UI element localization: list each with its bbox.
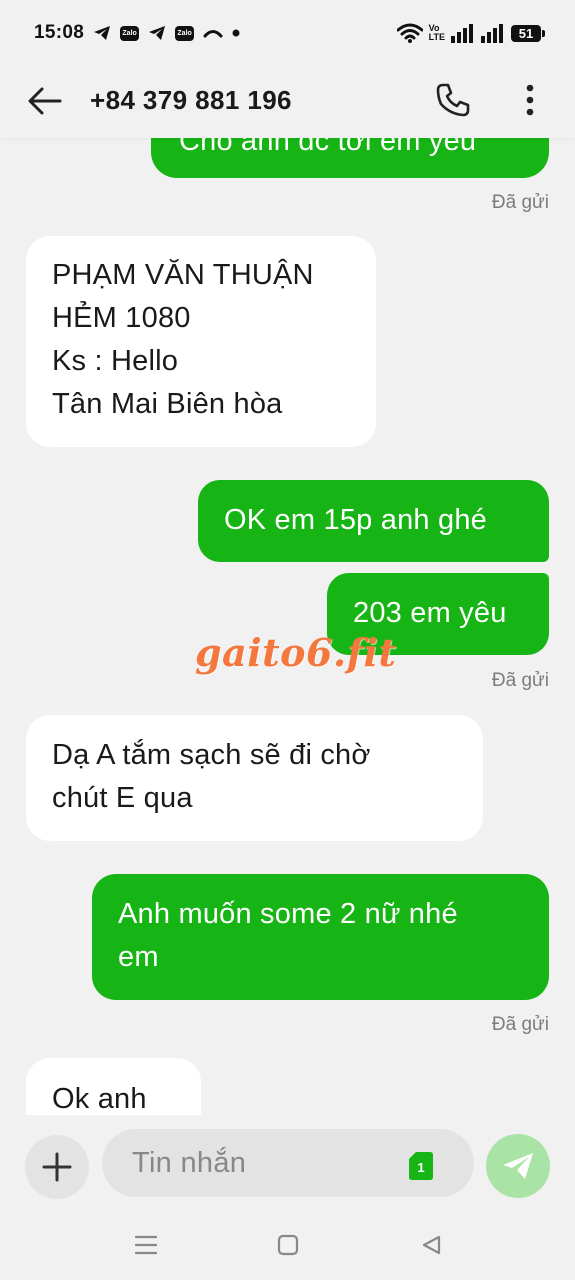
- system-back-button[interactable]: [416, 1230, 446, 1260]
- menu-icon: [134, 1235, 158, 1255]
- message-bubble-outgoing[interactable]: Anh muốn some 2 nữ nhé em: [92, 874, 549, 1000]
- wifi-icon: [396, 23, 423, 43]
- message-input-placeholder: Tin nhắn: [132, 1146, 247, 1179]
- send-icon: [503, 1153, 533, 1179]
- status-left: 15:08 Zalo Zalo: [34, 22, 240, 44]
- missed-call-icon: [203, 27, 223, 39]
- volte-label: Vo LTE: [429, 24, 445, 42]
- sim-selector-button[interactable]: 1: [409, 1152, 433, 1180]
- add-attachment-button[interactable]: [25, 1135, 89, 1199]
- signal-icon: [481, 23, 505, 43]
- dot-icon: [232, 29, 240, 37]
- conversation-header: +84 379 881 196: [0, 66, 575, 138]
- telegram-icon: [93, 25, 111, 41]
- battery-icon: 51: [511, 24, 545, 42]
- call-button[interactable]: [432, 79, 474, 121]
- status-right: Vo LTE 51: [396, 23, 545, 43]
- telegram-icon: [148, 25, 166, 41]
- watermark-text: gaito6.fit: [195, 630, 397, 675]
- sent-status-label: Đã gửi: [491, 670, 549, 691]
- zalo-icon: Zalo: [175, 25, 195, 41]
- status-bar: 15:08 Zalo Zalo Vo LTE 51: [0, 0, 575, 66]
- message-bubble-incoming[interactable]: Dạ A tắm sạch sẽ đi chờ chút E qua: [26, 715, 483, 841]
- status-time: 15:08: [34, 22, 85, 43]
- sim-slot-number: 1: [417, 1159, 425, 1175]
- sent-status-label: Đã gửi: [491, 192, 549, 213]
- back-button[interactable]: [24, 80, 66, 122]
- message-bubble-outgoing[interactable]: OK em 15p anh ghé: [198, 480, 549, 562]
- system-nav-bar: [0, 1210, 575, 1280]
- sent-status-label: Đã gửi: [491, 1014, 549, 1035]
- recent-apps-button[interactable]: [131, 1230, 161, 1260]
- message-bubble-incoming[interactable]: PHẠM VĂN THUẬN HẺM 1080 Ks : Hello Tân M…: [26, 236, 376, 447]
- plus-icon: [42, 1152, 72, 1182]
- home-icon: [277, 1234, 299, 1256]
- more-options-button[interactable]: [510, 79, 550, 121]
- back-triangle-icon: [422, 1235, 441, 1255]
- message-list[interactable]: Cho anh đc tới em yêu Đã gửi PHẠM VĂN TH…: [0, 0, 575, 1115]
- signal-icon: [451, 23, 475, 43]
- home-button[interactable]: [273, 1230, 303, 1260]
- contact-title[interactable]: +84 379 881 196: [90, 85, 292, 116]
- zalo-icon: Zalo: [120, 25, 140, 41]
- message-bubble-incoming[interactable]: Ok anh: [26, 1058, 201, 1115]
- volte-bottom-text: LTE: [428, 32, 445, 42]
- send-button[interactable]: [486, 1134, 550, 1198]
- more-vertical-icon: [526, 84, 534, 116]
- screen: Cho anh đc tới em yêu Đã gửi PHẠM VĂN TH…: [0, 0, 575, 1280]
- phone-icon: [436, 83, 470, 117]
- arrow-left-icon: [28, 87, 62, 115]
